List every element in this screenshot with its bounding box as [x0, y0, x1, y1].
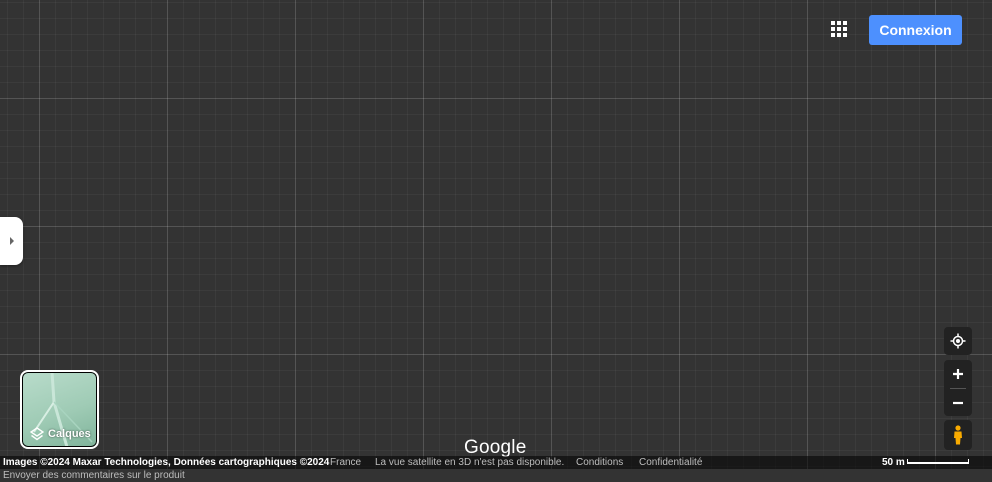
terms-link[interactable]: Conditions — [576, 456, 623, 469]
scale-label[interactable]: 50 m — [882, 456, 905, 469]
scale-bar[interactable] — [907, 459, 969, 464]
chevron-right-icon — [9, 237, 14, 245]
my-location-icon — [950, 333, 966, 349]
map-canvas[interactable] — [0, 0, 992, 482]
street-view-pegman[interactable] — [944, 420, 972, 450]
privacy-link[interactable]: Confidentialité — [639, 456, 702, 469]
minus-icon — [953, 401, 963, 404]
zoom-out-button[interactable] — [944, 389, 972, 416]
map-footer: Images ©2024 Maxar Technologies, Données… — [0, 456, 992, 469]
layers-icon — [30, 427, 44, 441]
apps-grid-icon[interactable] — [828, 18, 850, 40]
attribution-text: Images ©2024 Maxar Technologies, Données… — [3, 457, 330, 468]
plus-icon — [953, 368, 963, 379]
satellite-notice: La vue satellite en 3D n'est pas disponi… — [375, 457, 565, 468]
feedback-bar: Envoyer des commentaires sur le produit — [0, 469, 992, 482]
feedback-link[interactable]: Envoyer des commentaires sur le produit — [3, 469, 185, 482]
signin-button[interactable]: Connexion — [869, 15, 962, 45]
side-panel-toggle[interactable] — [0, 217, 23, 265]
layers-label-group: Calques — [30, 427, 91, 441]
pegman-icon — [954, 425, 962, 445]
my-location-button[interactable] — [944, 327, 972, 355]
layers-button[interactable]: Calques — [20, 370, 99, 449]
layers-label: Calques — [48, 428, 91, 440]
zoom-in-button[interactable] — [944, 360, 972, 387]
zoom-controls — [944, 360, 972, 416]
region-link[interactable]: France — [330, 456, 361, 469]
